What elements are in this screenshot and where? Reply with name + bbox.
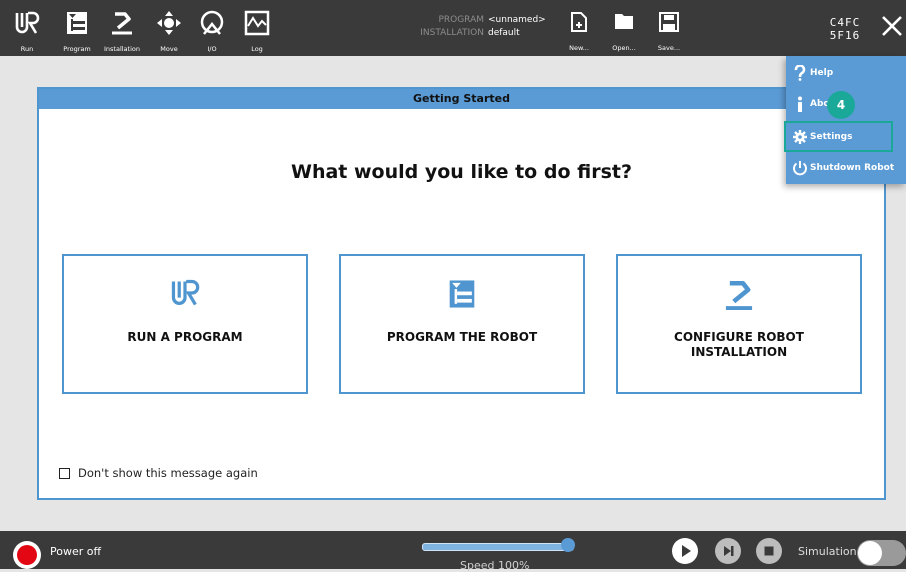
speed-slider-handle[interactable] [561, 538, 575, 552]
step-button[interactable] [715, 538, 741, 564]
ur-logo-icon [171, 279, 200, 306]
program-robot-option[interactable]: PROGRAM THE ROBOT [339, 254, 585, 394]
getting-started-dialog: Getting Started What would you like to d… [37, 87, 886, 500]
bottom-bar: Power off Speed 100% Simulation [0, 531, 906, 572]
nav-move-label: Move [160, 45, 178, 53]
stop-button[interactable] [756, 538, 782, 564]
close-icon [882, 16, 902, 36]
play-icon [682, 545, 691, 557]
help-icon [790, 64, 810, 81]
open-button[interactable]: Open... [607, 0, 641, 56]
program-icon [67, 12, 87, 34]
menu-item-help[interactable]: Help [786, 57, 906, 88]
run-program-label: RUN A PROGRAM [127, 330, 243, 344]
configure-installation-label: CONFIGURE ROBOT INSTALLATION [674, 330, 804, 359]
dont-show-checkbox[interactable]: Don't show this message again [59, 466, 258, 480]
open-label: Open... [612, 44, 636, 52]
run-program-option[interactable]: RUN A PROGRAM [62, 254, 308, 394]
close-button[interactable] [880, 14, 904, 38]
info-icon [790, 96, 810, 112]
installation-value: default [488, 28, 520, 38]
new-button[interactable]: New... [562, 0, 596, 56]
play-button[interactable] [672, 538, 698, 564]
save-label: Save... [657, 44, 681, 52]
nav-program-button[interactable]: Program [58, 0, 96, 56]
folder-icon [615, 14, 633, 29]
top-bar: Run Program Installation Move I/O Log PR… [0, 0, 906, 56]
robot-id-line2: 5F16 [829, 29, 861, 42]
toggle-knob [858, 541, 882, 565]
menu-shutdown-label: Shutdown Robot [810, 162, 895, 173]
menu-help-label: Help [810, 67, 834, 78]
save-button[interactable]: Save... [652, 0, 686, 56]
log-graph-icon [244, 10, 270, 36]
power-status-icon [17, 545, 37, 565]
simulation-toggle[interactable] [857, 540, 906, 566]
nav-io-button[interactable]: I/O [195, 0, 229, 56]
ur-logo-icon [15, 11, 40, 34]
nav-log-label: Log [251, 45, 263, 53]
program-info: PROGRAM <unnamed> INSTALLATION default [410, 14, 546, 40]
nav-installation-button[interactable]: Installation [100, 0, 144, 56]
nav-installation-label: Installation [103, 45, 140, 53]
dialog-title: Getting Started [39, 89, 884, 109]
robot-id-line1: C4FC [829, 16, 861, 29]
save-disk-icon [659, 12, 679, 32]
step-badge: 4 [827, 91, 855, 119]
program-icon [449, 280, 475, 308]
power-icon [790, 160, 810, 176]
new-file-icon [571, 12, 587, 32]
step-icon [724, 546, 734, 556]
menu-settings-label: Settings [810, 131, 853, 142]
move-arrows-icon [157, 11, 181, 35]
new-label: New... [569, 44, 589, 52]
nav-program-label: Program [63, 45, 91, 53]
menu-item-shutdown[interactable]: Shutdown Robot [786, 152, 906, 183]
nav-log-button[interactable]: Log [240, 0, 274, 56]
nav-run-label: Run [20, 45, 34, 53]
program-robot-label: PROGRAM THE ROBOT [386, 330, 538, 344]
nav-run-button[interactable]: Run [10, 0, 44, 56]
nav-io-label: I/O [207, 45, 217, 53]
checkbox-box[interactable] [59, 467, 70, 479]
program-value: <unnamed> [488, 15, 546, 25]
dont-show-label: Don't show this message again [78, 466, 258, 480]
speed-label: Speed 100% [460, 559, 530, 572]
hamburger-menu: Help Abo Settings Shutdown Robot [784, 56, 906, 184]
nav-move-button[interactable]: Move [152, 0, 186, 56]
robot-id: C4FC 5F16 [820, 16, 870, 42]
power-label: Power off [50, 545, 102, 558]
io-icon [200, 10, 224, 35]
robot-arm-icon [112, 12, 132, 35]
dialog-question: What would you like to do first? [291, 161, 632, 183]
gear-icon [790, 129, 810, 144]
simulation-label: Simulation [798, 545, 857, 558]
menu-item-settings[interactable]: Settings [784, 121, 893, 152]
stop-icon [764, 546, 774, 556]
speed-slider[interactable] [422, 543, 574, 551]
configure-installation-option[interactable]: CONFIGURE ROBOT INSTALLATION [616, 254, 862, 394]
installation-key: INSTALLATION [420, 28, 484, 38]
program-key: PROGRAM [438, 15, 484, 25]
robot-arm-icon [725, 280, 753, 311]
power-button[interactable] [13, 541, 41, 569]
